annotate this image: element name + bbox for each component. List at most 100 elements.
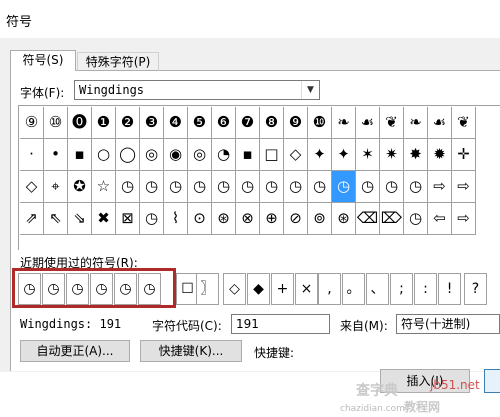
symbol-cell[interactable]: ☙ [428,107,452,139]
autocorrect-button[interactable]: 自动更正(A)... [20,340,130,362]
recent-symbol-cell[interactable]: : [414,273,437,305]
symbol-cell[interactable]: ◯ [116,139,140,171]
symbol-cell[interactable]: ⇘ [68,203,92,235]
font-select[interactable]: Wingdings ▼ [74,80,320,100]
symbol-cell[interactable]: ◇ [20,171,44,203]
symbol-cell[interactable]: ◷ [260,171,284,203]
symbol-cell[interactable]: ◷ [140,203,164,235]
symbol-cell[interactable]: ❻ [212,107,236,139]
symbol-cell[interactable]: ⇨ [428,171,452,203]
symbol-cell[interactable]: ⌖ [44,171,68,203]
symbol-cell[interactable]: ◇ [284,139,308,171]
symbol-cell[interactable]: ◔ [212,139,236,171]
recent-symbol-cell[interactable]: + [271,273,294,305]
symbol-cell[interactable]: ◷ [164,171,188,203]
cancel-button-edge[interactable] [484,369,500,393]
symbol-cell[interactable]: ⇦ [428,203,452,235]
symbol-cell[interactable]: ⑩ [44,107,68,139]
symbol-cell[interactable]: ◷ [404,171,428,203]
symbol-cell[interactable]: ❦ [452,107,476,139]
recent-symbol-cell[interactable]: ? [464,273,487,305]
symbol-cell[interactable]: ❿ [308,107,332,139]
symbol-cell[interactable]: ⌇ [164,203,188,235]
symbol-cell[interactable]: ☆ [92,171,116,203]
symbol-cell[interactable]: ✹ [428,139,452,171]
window-title: 符号 [6,15,33,30]
symbol-cell[interactable]: ❦ [380,107,404,139]
symbol-cell[interactable]: ◷ [332,171,356,203]
symbol-cell[interactable]: ✦ [332,139,356,171]
symbol-cell[interactable]: ◉ [164,139,188,171]
symbol-cell[interactable]: ❺ [188,107,212,139]
symbol-cell[interactable]: ◎ [188,139,212,171]
tab-symbols[interactable]: 符号(S) [10,50,76,71]
symbol-cell[interactable]: • [44,139,68,171]
symbol-cell[interactable]: ❶ [92,107,116,139]
recent-symbol-cell[interactable]: , [318,273,341,305]
symbol-cell[interactable]: ▪ [68,139,92,171]
symbol-cell[interactable]: ◷ [212,171,236,203]
symbol-cell[interactable]: ⇨ [452,171,476,203]
symbol-cell[interactable]: ⇨ [452,203,476,235]
recent-symbol-cell[interactable]: ◇ [223,273,246,305]
recent-symbol-cell[interactable]: 。 [342,273,365,305]
symbol-cell[interactable]: ❸ [140,107,164,139]
recent-symbol-cell[interactable]: 〗 [196,273,219,305]
symbol-cell[interactable]: ✶ [356,139,380,171]
symbol-cell[interactable]: · [20,139,44,171]
recent-symbol-cell[interactable]: × [295,273,318,305]
symbol-cell[interactable]: ⊠ [116,203,140,235]
symbol-cell[interactable]: □ [260,139,284,171]
symbol-cell[interactable]: ⇗ [20,203,44,235]
symbol-cell[interactable]: ❧ [404,107,428,139]
symbol-cell[interactable]: ⌫ [356,203,380,235]
tab-special-characters[interactable]: 特殊字符(P) [77,52,159,71]
symbol-cell[interactable]: ⓿ [68,107,92,139]
symbol-cell[interactable]: ⊚ [308,203,332,235]
symbol-cell[interactable]: ✸ [404,139,428,171]
recent-symbol-cell[interactable]: ! [438,273,461,305]
symbol-cell[interactable]: ⊘ [284,203,308,235]
symbol-cell[interactable]: ⑨ [20,107,44,139]
symbol-cell[interactable]: ❼ [236,107,260,139]
symbol-cell[interactable]: ◷ [188,171,212,203]
symbol-cell[interactable]: ◷ [308,171,332,203]
recent-symbol-cell[interactable]: ◆ [247,273,270,305]
symbol-cell[interactable]: ⊕ [260,203,284,235]
from-select[interactable]: 符号(十进制) [396,314,500,334]
symbol-cell[interactable]: ❧ [332,107,356,139]
recent-symbol-cell[interactable]: ; [390,273,413,305]
symbol-cell[interactable]: ☙ [356,107,380,139]
symbol-cell[interactable]: ◷ [356,171,380,203]
symbol-cell[interactable]: ◷ [140,171,164,203]
symbol-cell[interactable]: ⊛ [332,203,356,235]
symbol-cell[interactable]: ○ [92,139,116,171]
symbol-cell[interactable]: ❽ [260,107,284,139]
shortcut-key-button[interactable]: 快捷键(K)... [140,340,242,362]
symbol-cell[interactable]: ⊙ [188,203,212,235]
symbol-cell[interactable]: ✦ [308,139,332,171]
symbol-cell[interactable]: ✖ [92,203,116,235]
symbol-cell[interactable]: ◷ [380,171,404,203]
symbol-cell[interactable]: ⊛ [212,203,236,235]
symbol-cell[interactable]: ✷ [380,139,404,171]
symbol-cell[interactable]: ◎ [140,139,164,171]
recent-symbol-cell[interactable]: 、 [366,273,389,305]
symbol-cell[interactable]: ◷ [404,203,428,235]
symbol-cell[interactable]: ⌦ [380,203,404,235]
symbol-cell[interactable]: ❷ [116,107,140,139]
symbol-cell[interactable]: ⇖ [44,203,68,235]
symbol-cell[interactable]: ◷ [116,171,140,203]
symbol-cell[interactable]: ❾ [284,107,308,139]
symbol-cell[interactable]: ✪ [68,171,92,203]
chevron-down-icon[interactable]: ▼ [301,81,319,99]
symbol-cell[interactable]: ▪ [236,139,260,171]
symbol-cell[interactable]: ◷ [284,171,308,203]
char-code-input[interactable]: 191 [231,314,330,334]
dialog-body: 符号(S) 特殊字符(P) 字体(F): Wingdings ▼ ⑨⑩⓿❶❷❸❹… [0,38,500,372]
symbol-cell[interactable]: ❹ [164,107,188,139]
title-bar: 符号 [0,0,500,39]
symbol-cell[interactable]: ⊗ [236,203,260,235]
symbol-cell[interactable]: ◷ [236,171,260,203]
symbol-cell[interactable]: ✛ [452,139,476,171]
